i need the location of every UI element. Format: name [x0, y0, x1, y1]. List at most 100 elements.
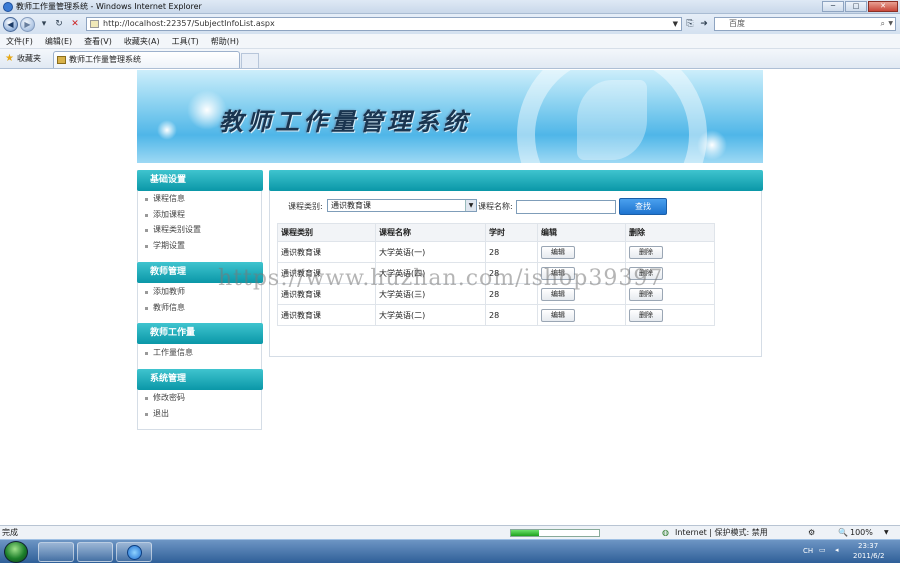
cell-category: 通识教育课	[277, 241, 376, 263]
window-title: 教师工作量管理系统 - Windows Internet Explorer	[16, 2, 202, 11]
favorites-button[interactable]: 收藏夹	[17, 53, 41, 65]
close-button[interactable]: ✕	[868, 1, 898, 12]
sidebar-item-change-password[interactable]: 修改密码	[145, 393, 185, 403]
sidebar-item-logout[interactable]: 退出	[145, 409, 169, 419]
menu-help[interactable]: 帮助(H)	[211, 34, 239, 48]
history-dropdown-icon[interactable]: ▾	[37, 18, 51, 31]
input-language[interactable]: CH	[803, 547, 813, 555]
course-name-input[interactable]	[516, 200, 616, 214]
taskbar-app-2[interactable]	[77, 542, 113, 562]
start-button[interactable]	[4, 541, 28, 563]
watermark-text: https://www.huzhan.com/ishop39397	[218, 266, 664, 291]
banner-title: 教师工作量管理系统	[219, 107, 471, 136]
cell-category: 通识教育课	[277, 304, 376, 326]
tab-page-icon	[57, 56, 66, 64]
edit-button[interactable]: 编辑	[541, 308, 575, 322]
system-tray: CH ▭ ◂ 23:37 2011/6/2	[795, 540, 900, 563]
compat-view-icon[interactable]: ⎘	[683, 18, 697, 31]
page-icon	[90, 20, 99, 28]
volume-icon[interactable]: ◂	[835, 546, 839, 554]
category-label: 课程类别:	[288, 202, 323, 211]
table-row: 通识教育课 大学英语(一) 28 编辑 删除	[277, 241, 715, 263]
address-toolbar: ◀ ▶ ▾ ↻ ✕ http://localhost:22357/Subject…	[0, 14, 900, 34]
cell-name: 大学英语(二)	[375, 304, 486, 326]
sidebar-section-system[interactable]: 系统管理	[137, 369, 263, 390]
stop-icon[interactable]: ✕	[68, 18, 82, 31]
browser-tab[interactable]: 教师工作量管理系统	[53, 51, 240, 68]
search-placeholder: 百度	[729, 19, 745, 28]
table-header-row: 课程类别 课程名称 学时 编辑 删除	[277, 223, 715, 242]
search-button[interactable]: 查找	[619, 198, 667, 215]
delete-button[interactable]: 删除	[629, 245, 663, 259]
search-icon[interactable]: ⌕	[881, 18, 885, 30]
column-header: 课程名称	[375, 223, 486, 242]
zoom-level[interactable]: 100%	[850, 526, 873, 539]
new-tab-button[interactable]	[241, 53, 259, 68]
sidebar-section-basic[interactable]: 基础设置	[137, 170, 263, 191]
security-zone[interactable]: Internet | 保护模式: 禁用	[675, 526, 768, 539]
loading-progress	[510, 529, 600, 537]
cell-hours: 28	[485, 304, 538, 326]
status-bar: 完成 ◍ Internet | 保护模式: 禁用 ⚙ 🔍 100% ▼	[0, 525, 900, 539]
menu-tools[interactable]: 工具(T)	[172, 34, 199, 48]
menu-edit[interactable]: 编辑(E)	[45, 34, 72, 48]
delete-button[interactable]: 删除	[629, 308, 663, 322]
taskbar-ie[interactable]	[116, 542, 152, 562]
cell-name: 大学英语(一)	[375, 241, 486, 263]
window-titlebar: 教师工作量管理系统 - Windows Internet Explorer ─ …	[0, 0, 900, 14]
sidebar-item-semester[interactable]: 学期设置	[145, 241, 185, 251]
sidebar-item-course-info[interactable]: 课程信息	[145, 194, 185, 204]
addon-icon[interactable]: ⚙	[808, 526, 815, 539]
column-header: 课程类别	[277, 223, 376, 242]
forward-icon[interactable]: ▶	[20, 17, 35, 32]
taskbar: CH ▭ ◂ 23:37 2011/6/2	[0, 539, 900, 563]
edit-button[interactable]: 编辑	[541, 245, 575, 259]
category-select[interactable]: 通识教育课 ▼	[327, 199, 477, 212]
menu-file[interactable]: 文件(F)	[6, 34, 33, 48]
course-name-label: 课程名称:	[478, 202, 513, 211]
sidebar-item-teacher-info[interactable]: 教师信息	[145, 303, 185, 313]
menu-favorites[interactable]: 收藏夹(A)	[124, 34, 160, 48]
address-bar[interactable]: http://localhost:22357/SubjectInfoList.a…	[86, 17, 682, 31]
sidebar-item-add-course[interactable]: 添加课程	[145, 210, 185, 220]
globe-icon: ◍	[662, 528, 669, 537]
tab-title: 教师工作量管理系统	[69, 55, 141, 64]
search-dropdown-icon[interactable]: ▼	[888, 18, 893, 30]
sidebar	[137, 170, 262, 430]
address-url: http://localhost:22357/SubjectInfoList.a…	[103, 19, 275, 28]
window-controls: ─ □ ✕	[822, 1, 898, 12]
sidebar-item-course-category[interactable]: 课程类别设置	[145, 225, 201, 235]
favorites-bar: ★ 收藏夹 教师工作量管理系统	[0, 49, 900, 69]
banner-glow	[157, 120, 177, 140]
zoom-dropdown-icon[interactable]: ▼	[884, 526, 889, 539]
chevron-down-icon[interactable]: ▼	[465, 200, 476, 211]
column-header: 编辑	[537, 223, 626, 242]
star-icon[interactable]: ★	[5, 54, 14, 64]
taskbar-app-1[interactable]	[38, 542, 74, 562]
go-icon[interactable]: ➜	[697, 18, 711, 31]
maximize-button[interactable]: □	[845, 1, 867, 12]
menu-bar: 文件(F) 编辑(E) 查看(V) 收藏夹(A) 工具(T) 帮助(H)	[0, 34, 900, 49]
column-header: 学时	[485, 223, 538, 242]
column-header: 删除	[625, 223, 715, 242]
clock-time[interactable]: 23:37	[858, 542, 878, 550]
banner-leaf	[577, 80, 647, 160]
main-panel-header	[269, 170, 763, 191]
cell-hours: 28	[485, 241, 538, 263]
ie-logo-icon	[3, 2, 13, 12]
menu-view[interactable]: 查看(V)	[84, 34, 112, 48]
search-box[interactable]: 百度 ⌕ ▼	[714, 17, 896, 31]
sidebar-section-workload[interactable]: 教师工作量	[137, 323, 263, 344]
clock-date[interactable]: 2011/6/2	[853, 552, 884, 560]
back-icon[interactable]: ◀	[3, 17, 18, 32]
minimize-button[interactable]: ─	[822, 1, 844, 12]
zoom-icon: 🔍	[838, 528, 848, 537]
sidebar-item-add-teacher[interactable]: 添加教师	[145, 287, 185, 297]
loading-progress-fill	[511, 530, 540, 536]
category-select-value: 通识教育课	[331, 201, 371, 210]
site-banner: 教师工作量管理系统	[137, 70, 763, 163]
network-icon[interactable]: ▭	[819, 546, 826, 554]
sidebar-item-workload-info[interactable]: 工作量信息	[145, 348, 193, 358]
address-dropdown-icon[interactable]: ▼	[673, 18, 678, 30]
refresh-icon[interactable]: ↻	[52, 18, 66, 31]
